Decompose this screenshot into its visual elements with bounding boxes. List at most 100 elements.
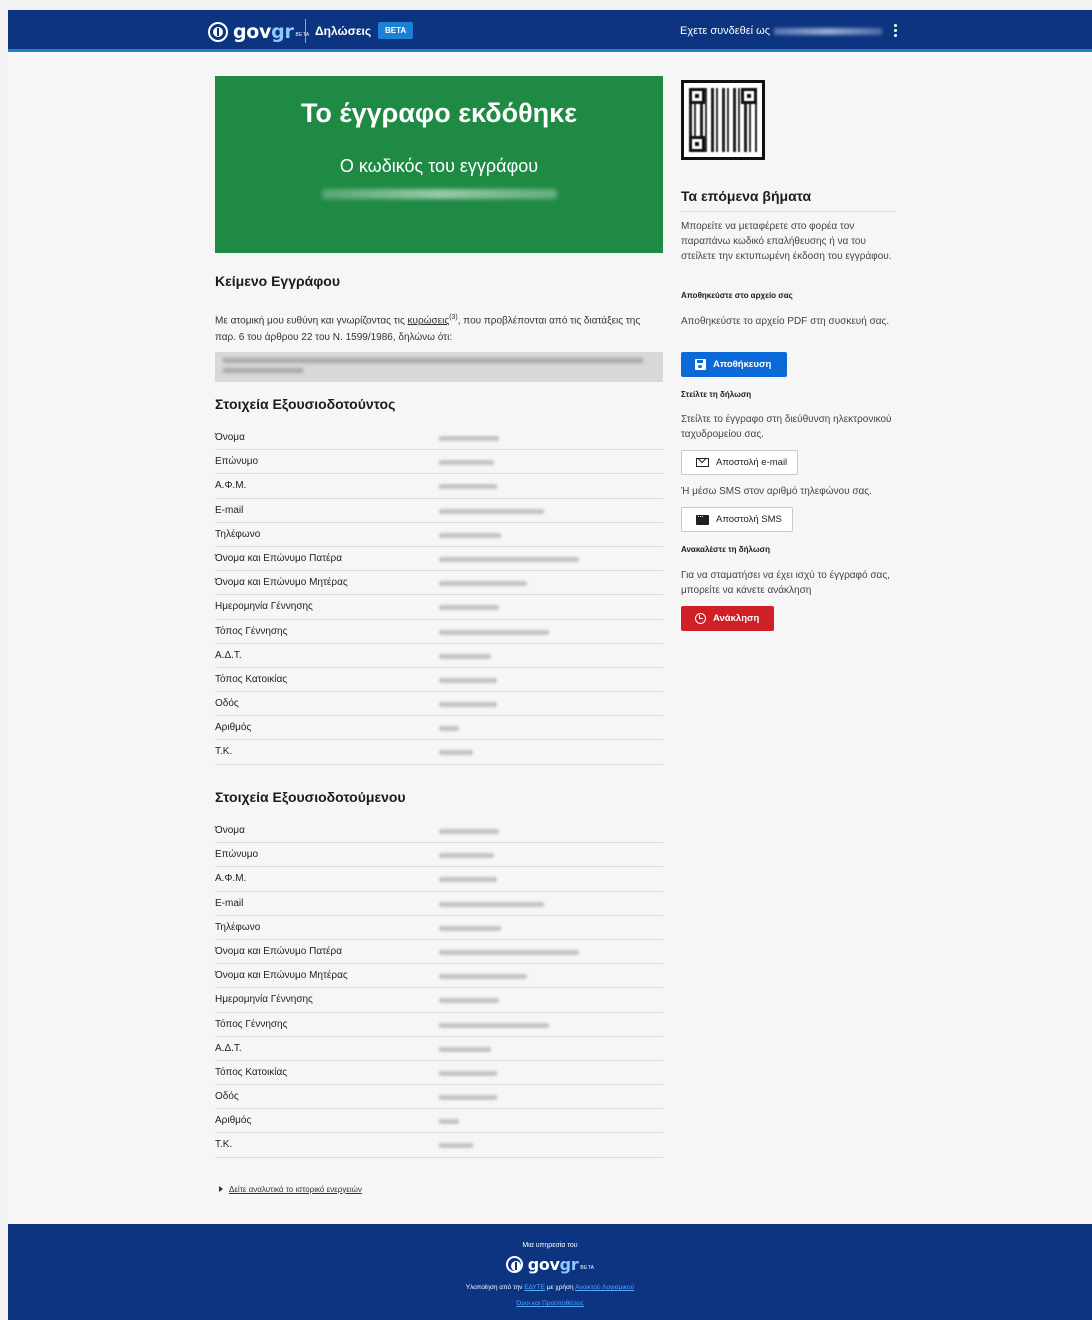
redacted-detail-value xyxy=(439,702,497,708)
redacted-detail-value xyxy=(439,677,497,683)
envelope-icon xyxy=(696,458,709,467)
redacted-detail-value xyxy=(439,605,499,611)
banner-title: Το έγγραφο εκδόθηκε xyxy=(300,98,578,128)
send-description: Στείλτε το έγγραφο στη διεύθυνση ηλεκτρο… xyxy=(681,414,892,440)
logo-beta-tag: BETA xyxy=(295,32,310,38)
open-source-link[interactable]: Ανοικτού Λογισμικού xyxy=(575,1284,634,1291)
greek-seal-icon xyxy=(208,22,228,42)
grantor-details-table: Όνομα Επώνυμο Α.Φ.Μ. E-mail Τηλέφωνο Όνομα κα… xyxy=(215,426,663,765)
next-steps-divider xyxy=(681,211,896,212)
detail-label: Τόπος Κατοικίας xyxy=(215,1066,288,1078)
redacted-detail-value xyxy=(439,829,499,834)
detail-row: Όνομα xyxy=(215,819,663,844)
send-email-button[interactable]: Αποστολή e-mail xyxy=(681,450,799,475)
next-steps-title: Τα επόμενα βήματα xyxy=(681,188,812,204)
govgr-logo[interactable]: govgr BETA xyxy=(208,21,309,43)
redacted-detail-value xyxy=(439,1119,459,1125)
document-code-label: Ο κωδικός του εγγράφου xyxy=(339,156,539,176)
redacted-detail-value xyxy=(439,1046,491,1052)
redacted-detail-value xyxy=(439,1022,549,1028)
edyte-link[interactable]: ΕΔΥΤΕ xyxy=(524,1284,545,1291)
detail-row: Τηλέφωνο xyxy=(215,916,663,940)
floppy-disk-icon xyxy=(695,359,706,370)
footer-govgr-logo[interactable]: govgr BETA xyxy=(8,1255,1092,1274)
footer-service-label: Μια υπηρεσία του xyxy=(522,1242,578,1249)
detail-row: Τόπος Κατοικίας xyxy=(215,668,663,693)
grantee-details-table: Όνομα Επώνυμο Α.Φ.Μ. E-mail Τηλέφωνο Όνομα κα… xyxy=(215,819,663,1158)
detail-label: Α.Φ.Μ. xyxy=(215,873,247,885)
detail-label: Α.Δ.Τ. xyxy=(215,1042,242,1054)
detail-row: Τηλέφωνο xyxy=(215,523,663,547)
redacted-detail-value xyxy=(439,436,499,441)
detail-row: Α.Φ.Μ. xyxy=(215,867,663,892)
redacted-detail-value xyxy=(439,998,499,1004)
detail-label: Ημερομηνία Γέννησης xyxy=(215,994,313,1006)
kebab-menu-icon[interactable] xyxy=(892,24,898,40)
logged-in-status: Εχετε συνδεθεί ως xyxy=(680,25,883,37)
sms-message-icon xyxy=(696,511,709,525)
redacted-detail-value xyxy=(439,629,549,635)
detail-row: Τόπος Κατοικίας xyxy=(215,1061,663,1086)
grantor-section-title: Στοιχεία Εξουσιοδοτούντος xyxy=(215,396,396,412)
qr-code xyxy=(681,80,765,160)
revoke-description: Για να σταματήσει να έχει ισχύ το έγγραφ… xyxy=(681,570,890,596)
detail-label: Τηλέφωνο xyxy=(215,528,261,540)
detail-row: E-mail xyxy=(215,892,663,916)
detail-row: Όνομα και Επώνυμο Πατέρα xyxy=(215,940,663,965)
redacted-detail-value xyxy=(439,726,459,732)
redacted-detail-value xyxy=(439,974,527,980)
history-link[interactable]: Δείτε αναλυτικά το ιστορικό ενεργειών xyxy=(229,1185,362,1194)
detail-label: Όνομα και Επώνυμο Πατέρα xyxy=(215,552,342,564)
redacted-detail-value xyxy=(439,925,501,931)
detail-label: Όνομα xyxy=(215,825,245,836)
redacted-detail-value xyxy=(439,653,491,659)
detail-row: Οδός xyxy=(215,692,663,717)
detail-label: Ημερομηνία Γέννησης xyxy=(215,601,313,613)
detail-label: Επώνυμο xyxy=(215,456,259,468)
sanctions-link[interactable]: κυρώσεις xyxy=(408,315,450,326)
save-button[interactable]: Αποθήκευση xyxy=(681,352,787,377)
redacted-detail-value xyxy=(439,750,473,756)
next-steps-intro: Μπορείτε να μεταφέρετε στο φορέα τον παρ… xyxy=(681,221,892,262)
top-header: govgr BETA Δηλώσεις BETA Εχετε συνδεθεί … xyxy=(8,10,1092,52)
detail-label: Τόπος Γέννησης xyxy=(215,625,288,637)
detail-row: Τόπος Γέννησης xyxy=(215,1013,663,1037)
revoke-button[interactable]: Ανάκληση xyxy=(681,606,774,631)
detail-row: Τόπος Γέννησης xyxy=(215,620,663,644)
redacted-detail-value xyxy=(439,853,494,859)
redacted-detail-value xyxy=(439,901,544,907)
declaration-text-box xyxy=(215,352,663,382)
greek-seal-icon xyxy=(505,1256,523,1273)
detail-label: Όνομα και Επώνυμο Μητέρας xyxy=(215,970,348,982)
beta-badge: BETA xyxy=(378,22,414,39)
detail-label: E-mail xyxy=(215,897,244,909)
revoke-history-icon xyxy=(695,613,706,624)
history-toggle[interactable]: Δείτε αναλυτικά το ιστορικό ενεργειών xyxy=(219,1185,362,1194)
detail-label: Α.Δ.Τ. xyxy=(215,649,242,661)
detail-label: Τόπος Κατοικίας xyxy=(215,673,288,685)
detail-label: Οδός xyxy=(215,698,239,710)
detail-row: Όνομα και Επώνυμο Πατέρα xyxy=(215,547,663,572)
detail-label: Τηλέφωνο xyxy=(215,921,261,933)
redacted-detail-value xyxy=(439,460,494,466)
header-divider xyxy=(305,19,306,43)
redacted-document-code xyxy=(321,189,557,199)
footer-logo-wordmark: govgr xyxy=(527,1255,579,1274)
detail-row: Α.Δ.Τ. xyxy=(215,1037,663,1061)
grantee-section-title: Στοιχεία Εξουσιοδοτούμενου xyxy=(215,789,406,805)
detail-label: Όνομα και Επώνυμο Πατέρα xyxy=(215,945,342,957)
detail-row: Όνομα xyxy=(215,426,663,451)
terms-link[interactable]: Όροι και Προϋποθέσεις xyxy=(516,1300,583,1307)
detail-label: Αριθμός xyxy=(215,1115,252,1127)
redacted-detail-value xyxy=(439,556,579,562)
detail-row: Α.Φ.Μ. xyxy=(215,474,663,499)
detail-row: Αριθμός xyxy=(215,1109,663,1134)
app-title[interactable]: Δηλώσεις xyxy=(315,24,371,38)
detail-row: Επώνυμο xyxy=(215,450,663,475)
send-sms-button[interactable]: Αποστολή SMS xyxy=(681,507,793,532)
save-description: Αποθηκεύστε το αρχείο PDF στη συσκευή σα… xyxy=(681,316,890,327)
detail-label: Όνομα xyxy=(215,432,245,443)
page: govgr BETA Δηλώσεις BETA Εχετε συνδεθεί … xyxy=(8,10,1092,1320)
detail-label: Οδός xyxy=(215,1091,239,1103)
detail-row: Ημερομηνία Γέννησης xyxy=(215,988,663,1013)
